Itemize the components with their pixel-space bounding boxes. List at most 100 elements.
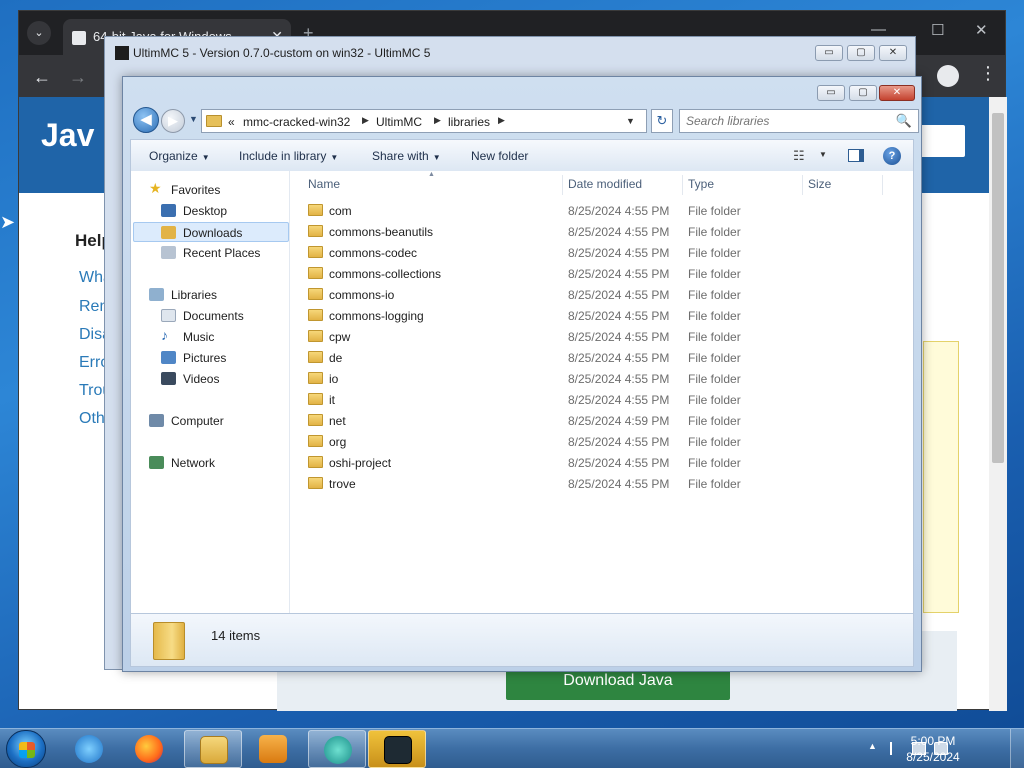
column-header-name[interactable]: Name bbox=[308, 177, 340, 191]
browser-forward-button[interactable]: → bbox=[69, 67, 87, 88]
clock-time[interactable]: 5:00 PM bbox=[898, 734, 968, 748]
nav-downloads[interactable]: Downloads bbox=[133, 222, 289, 242]
media-player-icon bbox=[259, 735, 287, 763]
explorer-close-button[interactable]: ✕ bbox=[879, 85, 915, 101]
taskbar-media-player[interactable] bbox=[244, 730, 302, 768]
views-icon[interactable]: ☷ bbox=[793, 148, 805, 164]
search-input[interactable] bbox=[686, 114, 886, 128]
taskbar-app[interactable] bbox=[308, 730, 366, 768]
column-divider[interactable] bbox=[562, 175, 563, 195]
table-row[interactable]: commons-beanutils 8/25/2024 4:55 PM File f… bbox=[290, 222, 850, 243]
column-header-size[interactable]: Size bbox=[808, 177, 831, 191]
recent-pages-dropdown[interactable]: ▼ bbox=[189, 114, 198, 124]
column-header-date[interactable]: Date modified bbox=[568, 177, 642, 191]
breadcrumb-overflow[interactable]: « bbox=[228, 115, 235, 129]
help-icon[interactable]: ? bbox=[883, 147, 901, 165]
show-desktop-button[interactable] bbox=[1010, 729, 1024, 768]
column-header-type[interactable]: Type bbox=[688, 177, 714, 191]
share-label: Share with bbox=[372, 149, 429, 163]
chrome-maximize-button[interactable]: ☐ bbox=[931, 21, 944, 39]
nav-pictures[interactable]: Pictures bbox=[133, 348, 289, 368]
table-row[interactable]: commons-collections 8/25/2024 4:55 PM File… bbox=[290, 264, 850, 285]
nav-documents[interactable]: Documents bbox=[133, 306, 289, 326]
table-row[interactable]: cpw 8/25/2024 4:55 PM File folder bbox=[290, 327, 850, 348]
ultimmc-minimize-button[interactable]: ▭ bbox=[815, 45, 843, 61]
chrome-menu-button[interactable]: ⋮ bbox=[979, 63, 997, 84]
profile-avatar-icon[interactable] bbox=[937, 65, 959, 87]
nav-computer[interactable]: Computer bbox=[133, 411, 289, 431]
nav-music[interactable]: ♪ Music bbox=[133, 327, 289, 347]
forward-arrow-icon[interactable]: ▶ bbox=[161, 109, 185, 133]
breadcrumb-item[interactable]: mmc-cracked-win32 bbox=[243, 115, 350, 129]
browser-back-button[interactable]: ← bbox=[33, 67, 51, 88]
ultimmc-maximize-button[interactable]: ▢ bbox=[847, 45, 875, 61]
preview-pane-icon[interactable] bbox=[848, 149, 864, 162]
breadcrumb-separator[interactable]: ▶ bbox=[498, 115, 505, 126]
taskbar-internet-explorer[interactable] bbox=[60, 730, 118, 768]
table-row[interactable]: trove 8/25/2024 4:55 PM File folder bbox=[290, 474, 850, 495]
clock-date[interactable]: 8/25/2024 bbox=[898, 750, 968, 764]
java-favicon-icon bbox=[72, 31, 86, 45]
nav-network[interactable]: Network bbox=[133, 453, 289, 473]
table-row[interactable]: commons-io 8/25/2024 4:55 PM File folder bbox=[290, 285, 850, 306]
column-divider[interactable] bbox=[802, 175, 803, 195]
taskbar-ultimmc[interactable] bbox=[368, 730, 426, 768]
table-row[interactable]: oshi-project 8/25/2024 4:55 PM File folder bbox=[290, 453, 850, 474]
back-arrow-icon[interactable]: ◀ bbox=[133, 107, 159, 133]
table-row[interactable]: it 8/25/2024 4:55 PM File folder bbox=[290, 390, 850, 411]
new-folder-button[interactable]: New folder bbox=[471, 149, 528, 163]
java-logo[interactable]: Jav bbox=[41, 117, 94, 154]
breadcrumb-separator[interactable]: ▶ bbox=[434, 115, 441, 126]
file-type: File folder bbox=[688, 246, 741, 260]
folder-large-icon bbox=[153, 622, 185, 660]
nav-libraries[interactable]: Libraries bbox=[133, 285, 289, 305]
command-bar: Organize ▼ Include in library ▼ Share with… bbox=[130, 139, 914, 171]
table-row[interactable]: io 8/25/2024 4:55 PM File folder bbox=[290, 369, 850, 390]
table-row[interactable]: commons-logging 8/25/2024 4:55 PM File fol… bbox=[290, 306, 850, 327]
nav-videos[interactable]: Videos bbox=[133, 369, 289, 389]
nav-recent-places[interactable]: Recent Places bbox=[133, 243, 289, 263]
organize-button[interactable]: Organize ▼ bbox=[149, 149, 210, 163]
share-with-button[interactable]: Share with ▼ bbox=[372, 149, 441, 163]
ultimmc-icon bbox=[384, 736, 412, 764]
chevron-down-icon: ▼ bbox=[432, 153, 441, 162]
breadcrumb-separator[interactable]: ▶ bbox=[362, 115, 369, 126]
explorer-maximize-button[interactable]: ▢ bbox=[849, 85, 877, 101]
search-field[interactable]: 🔍 bbox=[679, 109, 919, 133]
file-name: trove bbox=[329, 477, 356, 491]
chrome-close-button[interactable]: ✕ bbox=[975, 21, 988, 39]
address-dropdown[interactable]: ▼ bbox=[626, 116, 635, 126]
table-row[interactable]: commons-codec 8/25/2024 4:55 PM File folde… bbox=[290, 243, 850, 264]
column-divider[interactable] bbox=[882, 175, 883, 195]
file-type: File folder bbox=[688, 330, 741, 344]
explorer-minimize-button[interactable]: ▭ bbox=[817, 85, 845, 101]
breadcrumb-item[interactable]: libraries bbox=[448, 115, 490, 129]
search-icon[interactable]: 🔍 bbox=[896, 113, 912, 129]
refresh-icon[interactable]: ↻ bbox=[651, 109, 673, 133]
column-divider[interactable] bbox=[682, 175, 683, 195]
start-button[interactable] bbox=[6, 730, 46, 768]
breadcrumb-item[interactable]: UltimMC bbox=[376, 115, 422, 129]
taskbar-explorer[interactable] bbox=[184, 730, 242, 768]
file-date-modified: 8/25/2024 4:55 PM bbox=[568, 456, 670, 470]
file-name: commons-logging bbox=[329, 309, 424, 323]
ultimmc-close-button[interactable]: ✕ bbox=[879, 45, 907, 61]
nav-favorites[interactable]: ★ Favorites bbox=[133, 180, 289, 200]
page-scrollbar-thumb[interactable] bbox=[992, 113, 1004, 463]
table-row[interactable]: org 8/25/2024 4:55 PM File folder bbox=[290, 432, 850, 453]
views-dropdown[interactable]: ▼ bbox=[819, 150, 827, 159]
include-in-library-button[interactable]: Include in library ▼ bbox=[239, 149, 338, 163]
nav-desktop[interactable]: Desktop bbox=[133, 201, 289, 221]
table-row[interactable]: com 8/25/2024 4:55 PM File folder bbox=[290, 201, 850, 222]
address-bar[interactable]: « mmc-cracked-win32 ▶ UltimMC ▶ librarie… bbox=[201, 109, 647, 133]
file-type: File folder bbox=[688, 414, 741, 428]
nav-label: Pictures bbox=[183, 351, 227, 365]
tab-search-button[interactable]: ⌄ bbox=[27, 21, 51, 45]
organize-label: Organize bbox=[149, 149, 198, 163]
file-name: com bbox=[329, 204, 352, 218]
table-row[interactable]: net 8/25/2024 4:59 PM File folder bbox=[290, 411, 850, 432]
table-row[interactable]: de 8/25/2024 4:55 PM File folder bbox=[290, 348, 850, 369]
folder-icon bbox=[308, 351, 323, 363]
show-hidden-icons[interactable]: ▲ bbox=[868, 741, 877, 751]
taskbar-firefox[interactable] bbox=[120, 730, 178, 768]
